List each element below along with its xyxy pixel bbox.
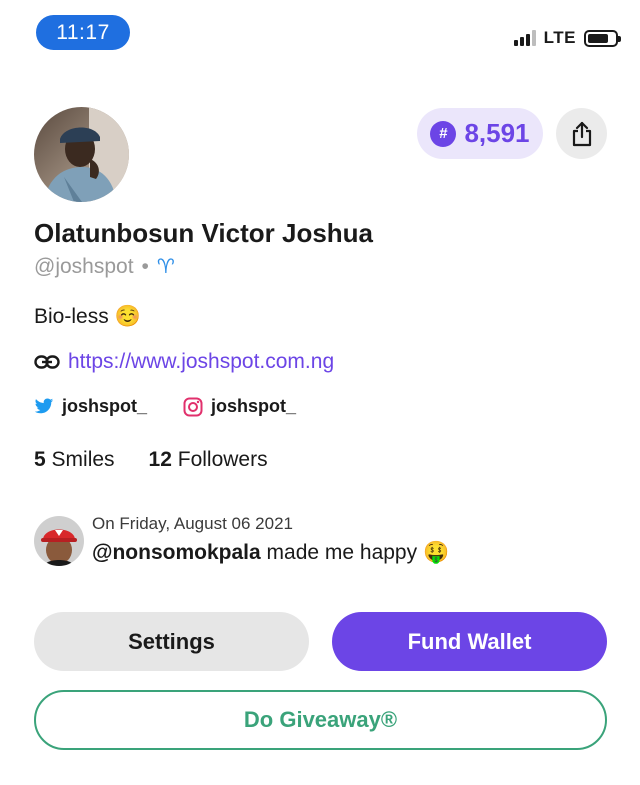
status-indicators: LTE <box>513 28 621 48</box>
smiles-label: Smiles <box>51 448 115 471</box>
website-url[interactable]: https://www.joshspot.com.ng <box>68 350 334 374</box>
activity-avatar[interactable] <box>34 516 84 566</box>
activity-date: On Friday, August 06 2021 <box>92 514 293 533</box>
activity-user[interactable]: @nonsomokpala <box>92 541 261 564</box>
fund-wallet-button[interactable]: Fund Wallet <box>332 612 607 671</box>
profile-stats: 5 Smiles 12 Followers <box>34 448 268 472</box>
profile-handle: @joshspot <box>34 254 134 278</box>
network-type: LTE <box>543 28 576 47</box>
activity-message: @nonsomokpala made me happy 🤑 <box>92 541 449 565</box>
smiles-count: 5 <box>34 448 46 471</box>
aries-icon: ♈ <box>156 256 175 278</box>
instagram-icon <box>183 397 203 416</box>
twitter-handle: joshspot_ <box>62 396 148 416</box>
social-links: joshspot_ joshspot_ <box>34 396 296 417</box>
handle-row: @joshspot • ♈ <box>34 254 175 279</box>
separator-dot: • <box>141 254 149 278</box>
twitter-link[interactable]: joshspot_ <box>34 396 147 417</box>
coin-balance[interactable]: # 8,591 <box>417 108 543 159</box>
followers-count: 12 <box>148 448 172 471</box>
settings-button[interactable]: Settings <box>34 612 309 671</box>
status-time: 11:17 <box>36 15 130 50</box>
website-link[interactable]: https://www.joshspot.com.ng <box>34 350 334 374</box>
profile-avatar[interactable] <box>34 107 129 202</box>
share-button[interactable] <box>556 108 607 159</box>
signal-icon <box>513 30 536 46</box>
profile-bio: Bio-less ☺️ <box>34 305 141 328</box>
link-icon <box>34 355 60 369</box>
instagram-link[interactable]: joshspot_ <box>183 396 296 417</box>
battery-icon <box>584 29 621 47</box>
followers-label: Followers <box>177 448 268 471</box>
smiles-stat[interactable]: 5 Smiles <box>34 448 115 472</box>
coin-value: 8,591 <box>464 118 530 148</box>
followers-stat[interactable]: 12 Followers <box>149 448 268 472</box>
twitter-icon <box>34 398 54 414</box>
profile-name: Olatunbosun Victor Joshua <box>34 218 374 248</box>
coin-icon: # <box>430 120 457 147</box>
share-icon <box>572 121 591 146</box>
instagram-handle: joshspot_ <box>211 396 297 416</box>
giveaway-button[interactable]: Do Giveaway® <box>34 690 607 750</box>
activity-body: made me happy 🤑 <box>266 541 450 564</box>
